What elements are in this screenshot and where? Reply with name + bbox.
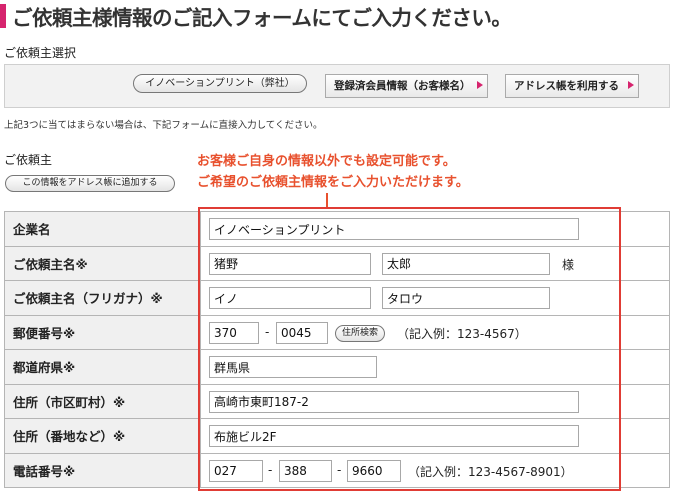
name-label: ご依頼主名※ — [4, 245, 201, 281]
street-label: 住所（番地など）※ — [4, 418, 201, 454]
callout-line-2: ご希望のご依頼主情報をご入力いただけます。 — [197, 175, 469, 190]
member-info-button[interactable]: 登録済会員情報（お客様名） — [325, 74, 488, 98]
postal-separator: - — [265, 324, 270, 339]
callout-pointer — [326, 193, 328, 209]
title-accent-bar — [0, 4, 6, 28]
client-section-label: ご依頼主 — [4, 153, 53, 167]
form-row-company: 企業名 — [4, 211, 670, 247]
phone-separator-2: - — [337, 462, 342, 477]
instruction-note: 上記3つに当てはまらない場合は、下記フォームに直接入力してください。 — [4, 120, 323, 131]
phone-second-input[interactable] — [279, 459, 332, 482]
first-name-kana-input[interactable] — [382, 287, 550, 309]
phone-separator-1: - — [268, 462, 273, 477]
city-label: 住所（市区町村）※ — [4, 383, 201, 419]
street-input[interactable] — [209, 425, 579, 447]
form-row-name-kana: ご依頼主名（フリガナ）※ — [4, 280, 670, 316]
prefecture-input[interactable] — [209, 356, 377, 378]
phone-third-input[interactable] — [347, 459, 401, 482]
member-info-button-label: 登録済会員情報（お客様名） — [334, 80, 471, 92]
city-input[interactable] — [209, 390, 579, 413]
company-label: 企業名 — [4, 211, 201, 247]
client-select-panel: イノベーションプリント（弊社） 登録済会員情報（お客様名） アドレス帳を利用する — [4, 64, 670, 108]
page-title: ご依頼主様情報のご記入フォームにてご入力ください。 — [12, 6, 512, 30]
add-to-address-book-button[interactable]: この情報をアドレス帳に追加する — [5, 175, 175, 192]
phone-example: （記入例：123-4567-8901） — [408, 464, 573, 479]
last-name-input[interactable] — [209, 252, 371, 275]
client-form-table: 企業名 ご依頼主名※ 様 ご依頼主名（フリガナ）※ 郵便番号※ - 住所検索 （… — [4, 211, 670, 488]
callout-line-1: お客様ご自身の情報以外でも設定可能です。 — [197, 154, 456, 169]
honorific-suffix: 様 — [562, 257, 575, 272]
phone-first-input[interactable] — [209, 459, 263, 482]
first-name-input[interactable] — [382, 252, 550, 275]
address-book-button[interactable]: アドレス帳を利用する — [505, 74, 639, 98]
phone-label: 電話番号※ — [4, 452, 201, 488]
arrow-right-icon — [477, 81, 483, 89]
form-row-phone: 電話番号※ - - （記入例：123-4567-8901） — [4, 452, 670, 488]
postal-code-first-input[interactable] — [209, 321, 259, 344]
form-row-prefecture: 都道府県※ — [4, 349, 670, 385]
address-book-button-label: アドレス帳を利用する — [514, 80, 619, 92]
page-header: ご依頼主様情報のご記入フォームにてご入力ください。 — [0, 0, 677, 34]
form-row-city: 住所（市区町村）※ — [4, 383, 670, 419]
arrow-right-icon — [628, 81, 634, 89]
address-search-button[interactable]: 住所検索 — [335, 324, 386, 342]
company-input[interactable] — [209, 218, 579, 240]
prefecture-label: 都道府県※ — [4, 349, 201, 385]
form-row-name: ご依頼主名※ 様 — [4, 245, 670, 281]
last-name-kana-input[interactable] — [209, 287, 371, 309]
form-row-street: 住所（番地など）※ — [4, 418, 670, 454]
company-select-button[interactable]: イノベーションプリント（弊社） — [133, 74, 307, 93]
name-kana-label: ご依頼主名（フリガナ）※ — [4, 280, 201, 316]
postal-code-second-input[interactable] — [276, 321, 328, 344]
form-row-postal: 郵便番号※ - 住所検索 （記入例：123-4567） — [4, 314, 670, 350]
postal-label: 郵便番号※ — [4, 314, 201, 350]
postal-example: （記入例：123-4567） — [397, 326, 527, 341]
client-select-label: ご依頼主選択 — [4, 46, 77, 60]
